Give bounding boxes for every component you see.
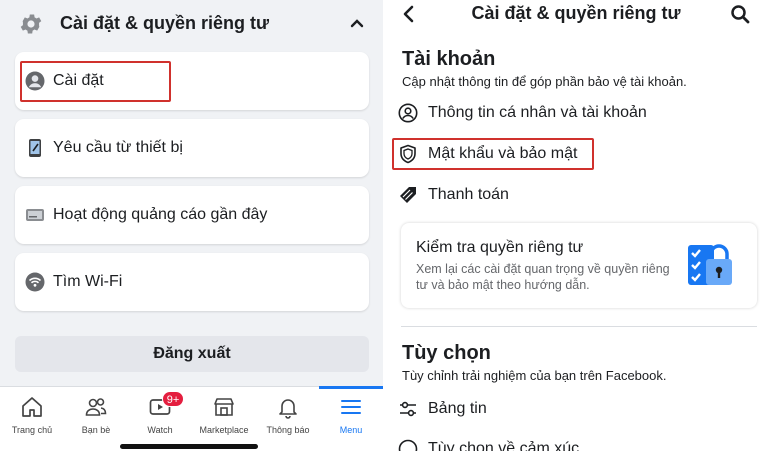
logout-button[interactable]: Đăng xuất xyxy=(15,336,369,372)
row-payments[interactable]: Thanh toán xyxy=(398,180,758,210)
menu-item-label: Hoạt động quảng cáo gần đây xyxy=(53,206,268,223)
gear-icon xyxy=(20,14,42,34)
tag-icon xyxy=(400,187,416,203)
tab-watch[interactable]: 9+ Watch xyxy=(128,387,192,447)
wifi-icon xyxy=(25,272,45,292)
account-subheading: Cập nhật thông tin để góp phần bảo vệ tà… xyxy=(402,74,687,89)
highlight-box xyxy=(20,61,171,102)
tab-menu[interactable]: Menu xyxy=(319,386,383,447)
tab-label: Watch xyxy=(147,425,173,435)
tab-notifications[interactable]: Thông báo xyxy=(256,387,320,447)
bell-icon xyxy=(279,399,297,419)
notification-badge: 9+ xyxy=(162,391,184,407)
menu-item-recent-ad-activity[interactable]: Hoạt động quảng cáo gần đây xyxy=(15,186,369,244)
tab-label: Bạn bè xyxy=(81,425,111,435)
search-icon[interactable] xyxy=(730,4,750,24)
row-news-feed[interactable]: Bảng tin xyxy=(398,394,758,424)
person-circle-icon xyxy=(398,103,418,123)
left-panel: Cài đặt & quyền riêng tư Cài đặt Yêu cầu… xyxy=(0,0,383,451)
tab-label: Menu xyxy=(339,425,363,435)
row-personal-account-info[interactable]: Thông tin cá nhân và tài khoản xyxy=(398,98,758,128)
friends-icon xyxy=(85,398,107,416)
account-heading: Tài khoản xyxy=(402,48,496,70)
home-indicator xyxy=(120,444,258,449)
preferences-subheading: Tùy chỉnh trải nghiệm của bạn trên Faceb… xyxy=(402,368,667,383)
row-label: Thanh toán xyxy=(428,186,509,203)
section-title: Cài đặt & quyền riêng tư xyxy=(60,13,270,33)
tab-friends[interactable]: Bạn bè xyxy=(64,387,128,447)
row-label: Tùy chọn về cảm xúc xyxy=(428,440,580,451)
emoji-icon xyxy=(398,439,418,451)
privacy-checkup-description: Xem lại các cài đặt quan trọng về quyền … xyxy=(416,262,670,292)
preferences-heading: Tùy chọn xyxy=(402,342,491,364)
settings-privacy-header[interactable]: Cài đặt & quyền riêng tư xyxy=(0,0,383,46)
home-icon xyxy=(22,397,42,417)
ad-card-icon xyxy=(26,209,44,221)
tab-label: Marketplace xyxy=(199,425,249,435)
row-reaction-preferences[interactable]: Tùy chọn về cảm xúc xyxy=(398,434,758,451)
menu-item-device-requests[interactable]: Yêu cầu từ thiết bị xyxy=(15,119,369,177)
row-label: Thông tin cá nhân và tài khoản xyxy=(428,104,647,121)
tab-home[interactable]: Trang chủ xyxy=(0,387,64,447)
phone-icon xyxy=(29,139,41,157)
privacy-checkup-title: Kiểm tra quyền riêng tư xyxy=(416,239,584,256)
menu-item-label: Yêu cầu từ thiết bị xyxy=(53,139,183,156)
highlight-box xyxy=(392,138,594,170)
menu-item-label: Tìm Wi-Fi xyxy=(53,273,123,290)
chevron-up-icon[interactable] xyxy=(348,14,366,32)
privacy-lock-checklist-icon xyxy=(688,244,732,285)
tab-label: Thông báo xyxy=(266,425,310,435)
tab-marketplace[interactable]: Marketplace xyxy=(192,387,256,447)
marketplace-icon xyxy=(214,398,234,416)
tab-label: Trang chủ xyxy=(11,425,53,435)
section-divider xyxy=(401,326,757,327)
sliders-icon xyxy=(400,401,416,417)
row-label: Bảng tin xyxy=(428,400,487,417)
menu-icon xyxy=(341,400,361,414)
right-panel: Cài đặt & quyền riêng tư Tài khoản Cập n… xyxy=(384,0,768,451)
privacy-checkup-card[interactable]: Kiểm tra quyền riêng tư Xem lại các cài … xyxy=(401,223,757,308)
page-title: Cài đặt & quyền riêng tư xyxy=(471,3,681,23)
active-tab-indicator xyxy=(319,386,383,389)
menu-item-find-wifi[interactable]: Tìm Wi-Fi xyxy=(15,253,369,311)
bottom-tab-bar: Trang chủ Bạn bè 9+ Watch Marketplace Th… xyxy=(0,386,383,451)
